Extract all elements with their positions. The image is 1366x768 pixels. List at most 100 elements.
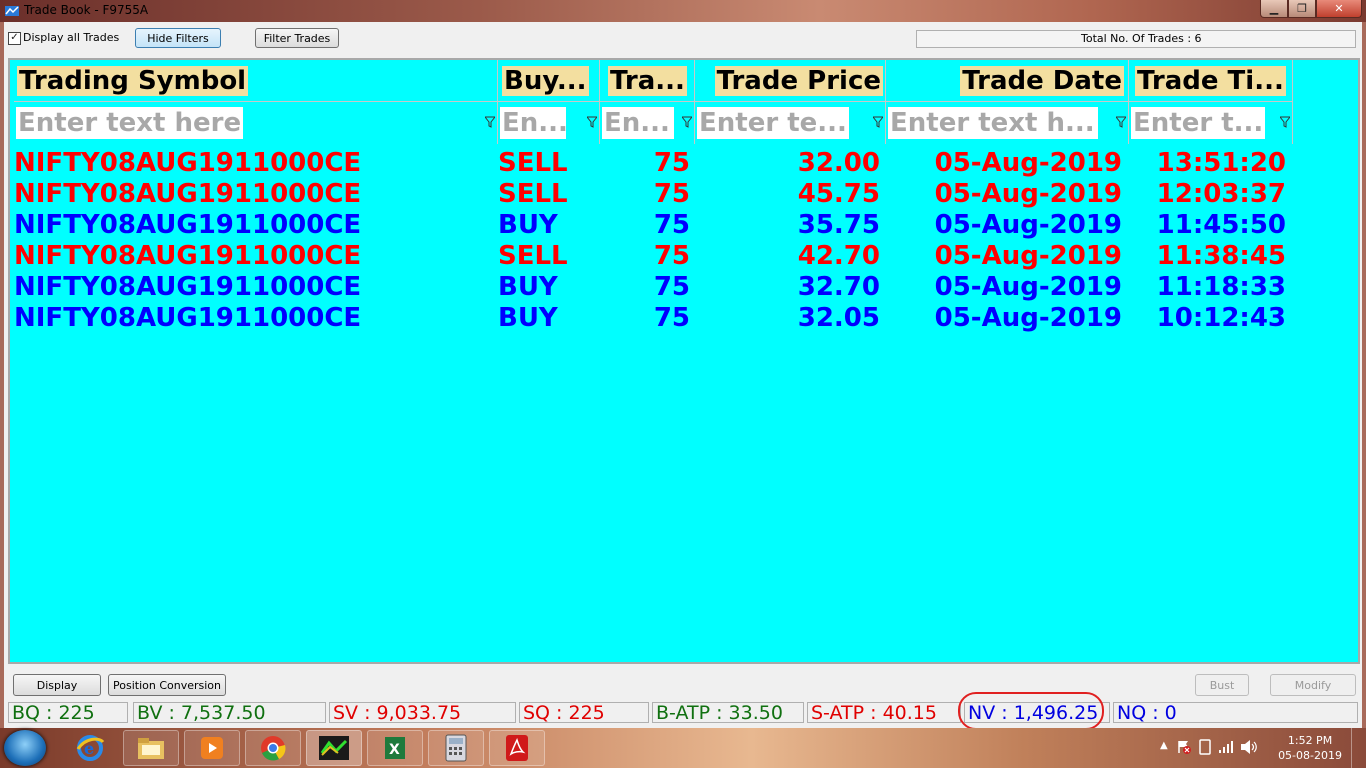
status-sq: SQ : 225 (519, 702, 649, 723)
cell-date: 05-Aug-2019 (934, 148, 1122, 178)
taskbar-clock[interactable]: 1:52 PM 05-08-2019 (1278, 733, 1342, 763)
minimize-button[interactable]: ▁ (1260, 0, 1288, 18)
cell-qty: 75 (653, 241, 690, 271)
cell-price: 42.70 (797, 241, 880, 271)
device-icon[interactable] (1198, 739, 1212, 755)
excel-icon[interactable]: X (367, 730, 423, 766)
clock-date: 05-08-2019 (1278, 749, 1342, 762)
status-bv: BV : 7,537.50 (133, 702, 326, 723)
pdf-reader-icon[interactable] (489, 730, 545, 766)
filter-icon[interactable] (1280, 116, 1290, 128)
filter-cell-qty: En... (600, 102, 695, 144)
filter-input-price[interactable]: Enter te... (697, 107, 849, 139)
header-label: Trading Symbol (17, 66, 249, 96)
header-label: Trade Ti... (1135, 66, 1286, 96)
media-player-icon[interactable] (184, 730, 240, 766)
cell-date: 05-Aug-2019 (934, 241, 1122, 271)
cell-time: 13:51:20 (1156, 148, 1286, 178)
filter-input-buy-sell[interactable]: En... (500, 107, 566, 139)
filter-icon[interactable] (1116, 116, 1126, 128)
cell-price: 45.75 (797, 179, 880, 209)
trading-terminal-icon[interactable] (306, 730, 362, 766)
filter-icon[interactable] (682, 116, 692, 128)
calculator-icon[interactable] (428, 730, 484, 766)
filter-icon[interactable] (587, 116, 597, 128)
header-label: Trade Date (960, 66, 1124, 96)
filter-input-date[interactable]: Enter text h... (888, 107, 1098, 139)
header-label: Tra... (608, 66, 687, 96)
window-title-bar[interactable]: Trade Book - F9755A ▁ ❐ ✕ (0, 0, 1366, 22)
header-trade-price[interactable]: Trade Price (695, 60, 886, 102)
table-row[interactable]: NIFTY08AUG1911000CE BUY 75 32.05 05-Aug-2019… (10, 303, 1310, 334)
header-trade-time[interactable]: Trade Ti... (1129, 60, 1293, 102)
display-button[interactable]: Display (13, 674, 101, 696)
cell-symbol: NIFTY08AUG1911000CE (14, 148, 362, 178)
table-row[interactable]: NIFTY08AUG1911000CE SELL 75 32.00 05-Aug-201… (10, 148, 1310, 179)
filter-icon[interactable] (873, 116, 883, 128)
header-buy-sell[interactable]: Buy... (498, 60, 600, 102)
filter-input-qty[interactable]: En... (602, 107, 674, 139)
window-title: Trade Book - F9755A (24, 3, 149, 17)
trade-book-window: ✓ Display all Trades Hide Filters Filter… (0, 22, 1366, 728)
filter-trades-button[interactable]: Filter Trades (255, 28, 339, 48)
cell-qty: 75 (653, 148, 690, 178)
chrome-icon[interactable] (245, 730, 301, 766)
filter-input-time[interactable]: Enter t... (1131, 107, 1265, 139)
display-all-trades-label: Display all Trades (23, 31, 120, 44)
cell-buy-sell: BUY (498, 272, 558, 302)
display-all-trades-checkbox[interactable]: ✓ (8, 32, 21, 45)
network-signal-icon[interactable] (1218, 740, 1234, 754)
status-sv: SV : 9,033.75 (329, 702, 516, 723)
header-trade-qty[interactable]: Tra... (600, 60, 695, 102)
cell-date: 05-Aug-2019 (934, 210, 1122, 240)
close-button[interactable]: ✕ (1316, 0, 1362, 18)
taskbar: e X ▲ 1:52 PM 05-08-2019 (0, 728, 1366, 768)
cell-buy-sell: SELL (498, 148, 568, 178)
filter-cell-symbol: Enter text here (14, 102, 498, 144)
filter-input-symbol[interactable]: Enter text here (16, 107, 243, 139)
cell-symbol: NIFTY08AUG1911000CE (14, 272, 362, 302)
cell-price: 32.70 (797, 272, 880, 302)
file-explorer-icon[interactable] (123, 730, 179, 766)
cell-price: 32.00 (797, 148, 880, 178)
cell-buy-sell: SELL (498, 241, 568, 271)
cell-symbol: NIFTY08AUG1911000CE (14, 241, 362, 271)
table-row[interactable]: NIFTY08AUG1911000CE BUY 75 35.75 05-Aug-2019… (10, 210, 1310, 241)
start-button[interactable] (4, 730, 46, 766)
maximize-button[interactable]: ❐ (1288, 0, 1316, 18)
table-row[interactable]: NIFTY08AUG1911000CE BUY 75 32.70 05-Aug-2019… (10, 272, 1310, 303)
trades-grid[interactable]: Trading Symbol Buy... Tra... Trade Price… (8, 58, 1360, 664)
cell-time: 11:45:50 (1156, 210, 1286, 240)
nv-highlight-circle (958, 692, 1104, 730)
cell-symbol: NIFTY08AUG1911000CE (14, 210, 362, 240)
volume-icon[interactable] (1240, 739, 1258, 755)
cell-symbol: NIFTY08AUG1911000CE (14, 179, 362, 209)
header-label: Buy... (502, 66, 589, 96)
summary-status-bar: BQ : 225 BV : 7,537.50 SV : 9,033.75 SQ … (8, 702, 1358, 724)
cell-time: 11:18:33 (1156, 272, 1286, 302)
cell-time: 12:03:37 (1156, 179, 1286, 209)
cell-qty: 75 (653, 179, 690, 209)
table-row[interactable]: NIFTY08AUG1911000CE SELL 75 45.75 05-Aug-201… (10, 179, 1310, 210)
ie-icon[interactable]: e (62, 730, 118, 766)
table-row[interactable]: NIFTY08AUG1911000CE SELL 75 42.70 05-Aug-201… (10, 241, 1310, 272)
header-trading-symbol[interactable]: Trading Symbol (14, 60, 498, 102)
bust-button[interactable]: Bust (1195, 674, 1249, 696)
show-desktop-button[interactable] (1351, 728, 1366, 768)
total-trades-label: Total No. Of Trades : 6 (1081, 32, 1202, 45)
cell-buy-sell: BUY (498, 303, 558, 333)
hide-filters-button[interactable]: Hide Filters (135, 28, 221, 48)
cell-price: 32.05 (797, 303, 880, 333)
modify-button[interactable]: Modify (1270, 674, 1356, 696)
cell-qty: 75 (653, 272, 690, 302)
show-hidden-icons-icon[interactable]: ▲ (1160, 740, 1168, 751)
filter-cell-buy-sell: En... (498, 102, 600, 144)
position-conversion-button[interactable]: Position Conversion (108, 674, 226, 696)
action-center-flag-icon[interactable] (1176, 739, 1192, 755)
filter-cell-date: Enter text h... (886, 102, 1129, 144)
svg-text:e: e (84, 739, 94, 758)
clock-time: 1:52 PM (1287, 734, 1333, 747)
header-trade-date[interactable]: Trade Date (886, 60, 1129, 102)
filter-icon[interactable] (485, 116, 495, 128)
status-bq: BQ : 225 (8, 702, 128, 723)
